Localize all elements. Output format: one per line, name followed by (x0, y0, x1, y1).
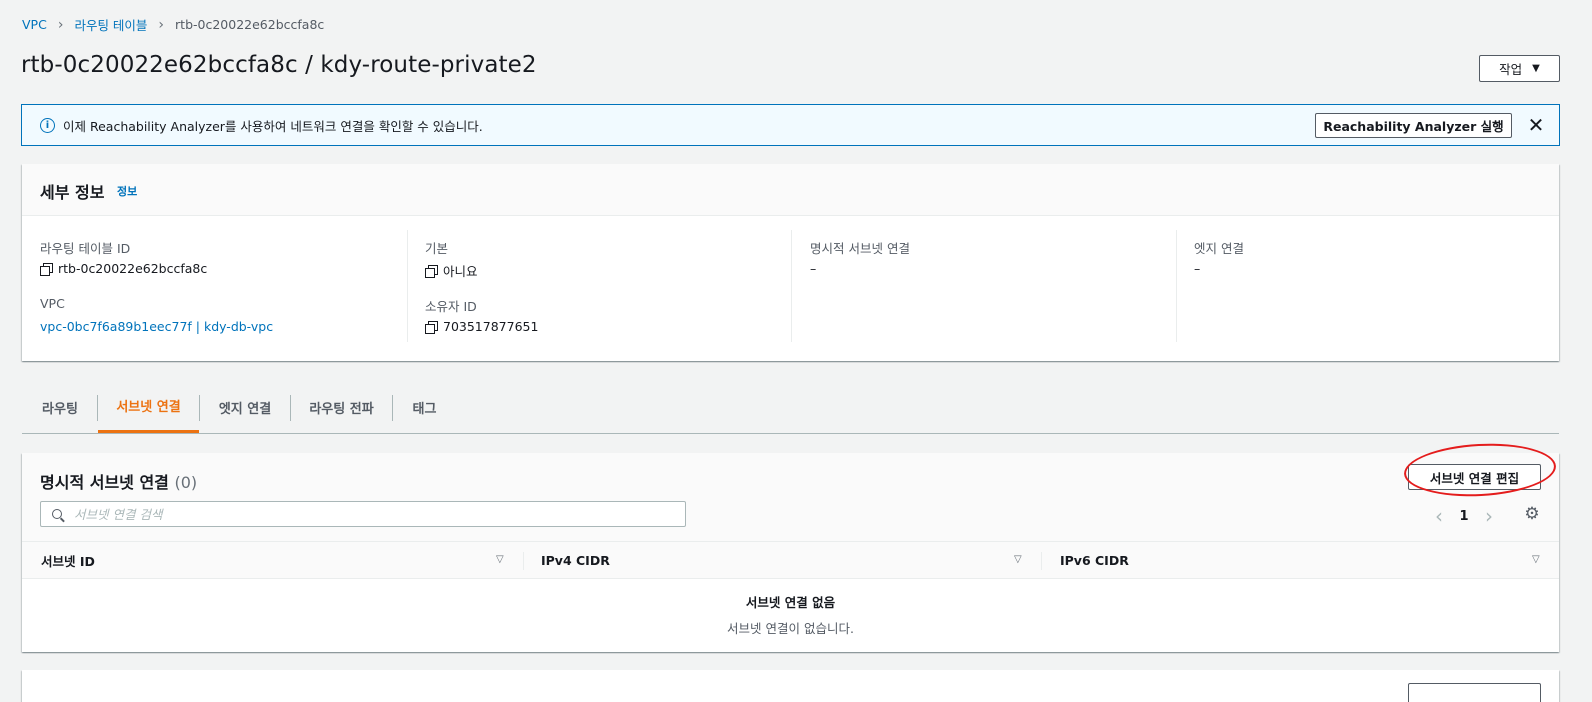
edge-assoc-label: 엣지 연결 (1194, 241, 1244, 256)
actions-button[interactable]: 작업 ▼ (1479, 55, 1560, 82)
next-panel (22, 670, 1559, 702)
breadcrumb-current: rtb-0c20022e62bccfa8c (175, 17, 325, 32)
details-info-link[interactable]: 정보 (117, 183, 137, 199)
run-reachability-analyzer-button[interactable]: Reachability Analyzer 실행 (1315, 113, 1512, 138)
tab-route-propagation[interactable]: 라우팅 전파 (291, 381, 392, 433)
breadcrumb: VPC › 라우팅 테이블 › rtb-0c20022e62bccfa8c (22, 15, 324, 34)
copy-icon[interactable] (425, 320, 438, 334)
route-table-id-label: 라우팅 테이블 ID (40, 241, 131, 256)
column-divider (1041, 552, 1042, 570)
gear-icon[interactable]: ⚙ (1522, 504, 1542, 524)
section-title: 명시적 서브넷 연결 (0) (40, 469, 197, 493)
explicit-subnet-associations-panel: 명시적 서브넷 연결 (0) 서브넷 연결 편집 ‹ 1 › ⚙ 서브넷 ID … (22, 453, 1559, 652)
owner-id-value: 703517877651 (425, 319, 538, 334)
caret-down-icon: ▼ (1532, 63, 1540, 74)
details-header: 세부 정보 정보 (22, 164, 1559, 216)
owner-id-label: 소유자 ID (425, 299, 477, 314)
section-title-text: 명시적 서브넷 연결 (40, 473, 169, 492)
column-ipv4-cidr[interactable]: IPv4 CIDR (541, 542, 610, 579)
page-title: rtb-0c20022e62bccfa8c / kdy-route-privat… (21, 52, 537, 78)
page-number[interactable]: 1 (1451, 509, 1477, 524)
explicit-subnet-value: – (810, 261, 817, 276)
vpc-label: VPC (40, 296, 65, 311)
tab-bar: 라우팅 서브넷 연결 엣지 연결 라우팅 전파 태그 (22, 381, 1559, 434)
actions-label: 작업 (1499, 62, 1523, 77)
chevron-left-icon[interactable]: ‹ (1427, 504, 1451, 528)
close-icon[interactable]: ✕ (1525, 113, 1547, 137)
chevron-right-icon[interactable]: › (1477, 504, 1501, 528)
section-count: (0) (174, 473, 198, 492)
chevron-right-icon: › (158, 16, 165, 33)
copy-icon[interactable] (425, 264, 438, 278)
empty-state-message: 서브넷 연결이 없습니다. (727, 621, 854, 636)
breadcrumb-route-tables[interactable]: 라우팅 테이블 (74, 15, 147, 34)
column-divider (523, 552, 524, 570)
main-value-text: 아니요 (443, 264, 478, 279)
info-banner: i 이제 Reachability Analyzer를 사용하여 네트워크 연결… (21, 104, 1560, 146)
owner-id-text: 703517877651 (443, 319, 539, 334)
copy-icon[interactable] (40, 262, 53, 276)
vpc-link[interactable]: vpc-0bc7f6a89b1eec77f | kdy-db-vpc (40, 319, 273, 334)
sort-icon[interactable]: ▽ (1014, 554, 1022, 565)
tab-routes[interactable]: 라우팅 (30, 381, 90, 433)
column-ipv6-cidr[interactable]: IPv6 CIDR (1060, 542, 1129, 579)
details-col-1: 라우팅 테이블 ID rtb-0c20022e62bccfa8c VPC vpc… (40, 230, 406, 342)
table-header-area: 명시적 서브넷 연결 (0) 서브넷 연결 편집 ‹ 1 › ⚙ (22, 453, 1559, 541)
breadcrumb-vpc[interactable]: VPC (22, 17, 47, 32)
sort-icon[interactable]: ▽ (496, 554, 504, 565)
details-col-3: 명시적 서브넷 연결 – (791, 230, 1176, 342)
main-value: 아니요 (425, 261, 478, 280)
details-col-2: 기본 아니요 소유자 ID 703517877651 (407, 230, 791, 342)
search-input[interactable] (74, 506, 634, 522)
sort-icon[interactable]: ▽ (1532, 554, 1540, 565)
edge-assoc-value: – (1194, 261, 1201, 276)
explicit-subnet-label: 명시적 서브넷 연결 (810, 241, 910, 256)
column-subnet-id[interactable]: 서브넷 ID (41, 542, 95, 579)
tab-subnet-associations[interactable]: 서브넷 연결 (98, 381, 199, 433)
table-header-row: 서브넷 ID ▽ IPv4 CIDR ▽ IPv6 CIDR ▽ (22, 541, 1559, 579)
pagination: ‹ 1 › (1427, 504, 1501, 528)
details-panel: 세부 정보 정보 라우팅 테이블 ID rtb-0c20022e62bccfa8… (22, 164, 1559, 361)
search-icon (52, 509, 62, 519)
route-table-id-value: rtb-0c20022e62bccfa8c (40, 261, 207, 276)
route-table-id-text: rtb-0c20022e62bccfa8c (58, 261, 208, 276)
info-icon: i (40, 118, 55, 133)
tab-edge-associations[interactable]: 엣지 연결 (200, 381, 290, 433)
main-label: 기본 (425, 241, 449, 256)
search-field[interactable] (40, 501, 686, 527)
empty-state-title: 서브넷 연결 없음 (745, 595, 836, 610)
details-title: 세부 정보 (40, 183, 105, 202)
next-panel-button[interactable] (1408, 683, 1541, 702)
chevron-right-icon: › (57, 16, 64, 33)
banner-message: 이제 Reachability Analyzer를 사용하여 네트워크 연결을 … (63, 119, 483, 134)
tab-tags[interactable]: 태그 (393, 381, 456, 433)
details-col-4: 엣지 연결 – (1176, 230, 1559, 342)
